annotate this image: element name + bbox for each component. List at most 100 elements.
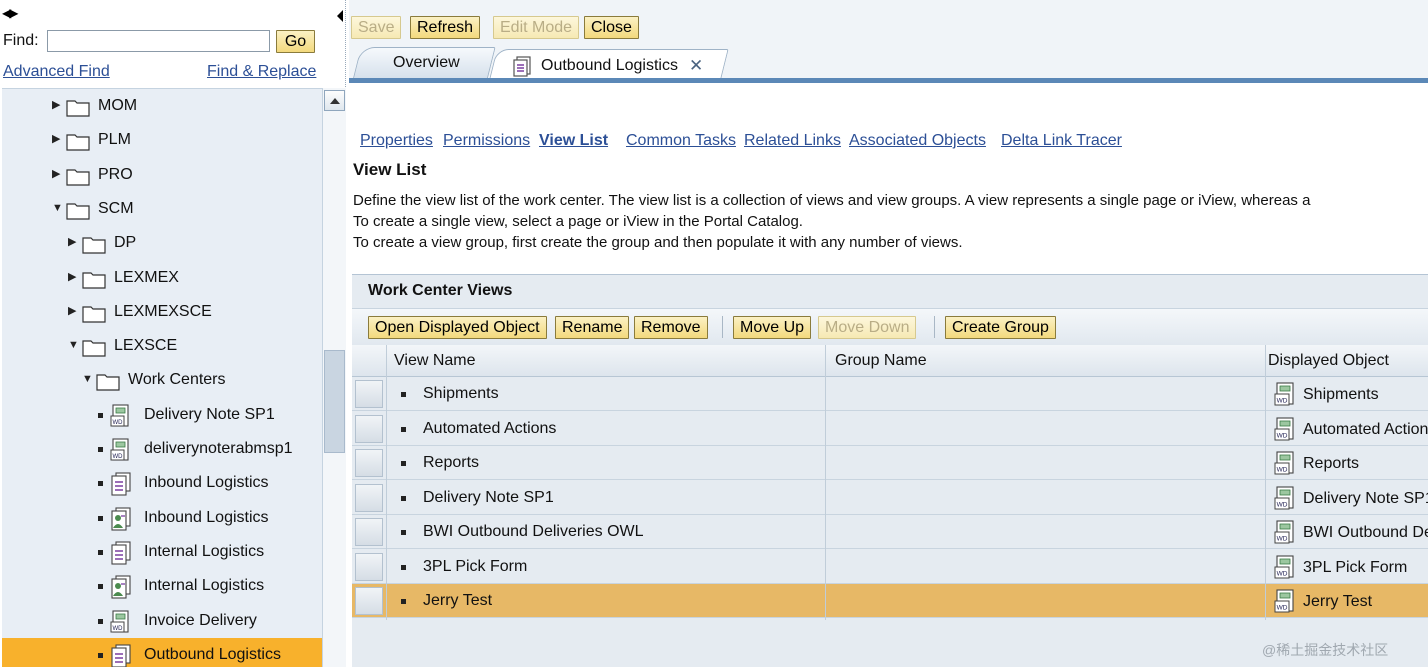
nav-properties[interactable]: Properties [360, 132, 433, 150]
tree-item-label[interactable]: SCM [98, 200, 134, 218]
nav-related-links[interactable]: Related Links [744, 132, 841, 150]
rename-button[interactable]: Rename [555, 316, 630, 339]
nav-common-tasks[interactable]: Common Tasks [626, 132, 736, 150]
table-row[interactable]: Shipments WD Shipments [352, 377, 1428, 411]
table-row[interactable]: Delivery Note SP1 WD Delivery Note SP1 [352, 480, 1428, 515]
row-selector[interactable] [355, 449, 383, 477]
row-selector[interactable] [355, 380, 383, 408]
table-row[interactable]: Reports WD Reports [352, 446, 1428, 480]
table-row[interactable]: Automated Actions WD Automated Actions [352, 411, 1428, 446]
find-input[interactable] [47, 30, 270, 52]
create-group-button[interactable]: Create Group [945, 316, 1056, 339]
view-name-cell[interactable]: Jerry Test [423, 592, 492, 610]
close-button[interactable]: Close [584, 16, 639, 39]
expand-triangle-icon[interactable]: ▶ [68, 271, 78, 283]
view-name-cell[interactable]: BWI Outbound Deliveries OWL [423, 523, 644, 541]
table-row[interactable]: Jerry Test WD Jerry Test [352, 584, 1428, 618]
tree-item[interactable]: WD Delivery Note SP1 [2, 398, 322, 432]
tree-item-label[interactable]: LEXMEXSCE [114, 303, 212, 321]
tree-item-label[interactable]: PLM [98, 131, 131, 149]
tree-item[interactable]: ▼ Work Centers [2, 363, 322, 397]
tree-item[interactable]: WD deliverynoterabmsp1 [2, 432, 322, 466]
nav-delta-link-tracer[interactable]: Delta Link Tracer [1001, 132, 1122, 150]
column-header-group-name[interactable]: Group Name [835, 352, 927, 370]
tree-item-label[interactable]: Inbound Logistics [144, 474, 269, 492]
tree-item[interactable]: ▶ LEXMEX [2, 261, 322, 295]
row-selector[interactable] [355, 587, 383, 615]
displayed-object-cell[interactable]: Jerry Test [1303, 593, 1372, 611]
tree-item-label[interactable]: LEXMEX [114, 269, 179, 287]
tree-item-label[interactable]: Internal Logistics [144, 543, 264, 561]
tab-overview-label[interactable]: Overview [393, 54, 460, 72]
nav-associated-objects[interactable]: Associated Objects [849, 132, 986, 150]
tree-item[interactable]: Outbound Logistics [2, 637, 322, 667]
tree-item-label[interactable]: deliverynoterabmsp1 [144, 440, 293, 458]
tree-item[interactable]: ▶ PRO [2, 158, 322, 192]
displayed-object-cell[interactable]: 3PL Pick Form [1303, 559, 1407, 577]
expand-triangle-icon[interactable]: ▶ [52, 168, 62, 180]
tree-item[interactable]: Internal Logistics [2, 535, 322, 569]
nav-permissions[interactable]: Permissions [443, 132, 530, 150]
tree-item-label[interactable]: PRO [98, 166, 133, 184]
close-tab-icon[interactable]: ✕ [689, 56, 703, 76]
save-button[interactable]: Save [351, 16, 402, 39]
tree-item[interactable]: Inbound Logistics [2, 501, 322, 535]
scroll-up-icon[interactable] [324, 90, 345, 111]
tree-item[interactable]: ▶ DP [2, 226, 322, 260]
tree-item[interactable]: ▶ LEXMEXSCE [2, 295, 322, 329]
move-down-button[interactable]: Move Down [818, 316, 917, 339]
row-selector[interactable] [355, 518, 383, 546]
displayed-object-cell[interactable]: Reports [1303, 455, 1359, 473]
column-header-view-name[interactable]: View Name [394, 352, 476, 370]
table-row[interactable]: 3PL Pick Form WD 3PL Pick Form [352, 549, 1428, 584]
collapse-triangle-icon[interactable]: ▼ [82, 373, 93, 385]
tree-item[interactable]: ▼ SCM [2, 192, 322, 226]
tree-item-label[interactable]: LEXSCE [114, 337, 177, 355]
collapse-expand-arrows-icon[interactable]: ◀▶ [2, 7, 19, 19]
tree-item[interactable]: WD Invoice Delivery [2, 604, 322, 638]
tree-item[interactable]: ▶ PLM [2, 123, 322, 157]
tree-item-label[interactable]: Delivery Note SP1 [144, 406, 275, 424]
expand-triangle-icon[interactable]: ▶ [68, 305, 78, 317]
displayed-object-cell[interactable]: Automated Actions [1303, 421, 1428, 439]
tree-item-label[interactable]: MOM [98, 97, 137, 115]
tree-item-label[interactable]: Internal Logistics [144, 577, 264, 595]
remove-button[interactable]: Remove [634, 316, 708, 339]
tree-item[interactable]: ▶ MOM [2, 89, 322, 123]
find-replace-link[interactable]: Find & Replace [207, 63, 316, 81]
view-name-cell[interactable]: 3PL Pick Form [423, 558, 527, 576]
nav-view-list[interactable]: View List [539, 132, 608, 150]
collapse-triangle-icon[interactable]: ▼ [68, 339, 79, 351]
row-selector[interactable] [355, 483, 383, 512]
expand-triangle-icon[interactable]: ▶ [52, 133, 62, 145]
collapse-triangle-icon[interactable]: ▼ [52, 202, 63, 214]
refresh-button[interactable]: Refresh [410, 16, 481, 39]
displayed-object-cell[interactable]: Shipments [1303, 386, 1379, 404]
table-row[interactable]: BWI Outbound Deliveries OWL WD BWI Outboun… [352, 515, 1428, 549]
displayed-object-cell[interactable]: BWI Outbound Deliveries OWL [1303, 524, 1428, 542]
tree-item[interactable]: ▼ LEXSCE [2, 329, 322, 363]
tree-scrollbar[interactable] [322, 88, 346, 667]
collapse-panel-icon[interactable] [337, 10, 343, 22]
expand-triangle-icon[interactable]: ▶ [68, 236, 78, 248]
row-selector[interactable] [355, 414, 383, 443]
tree-item-label[interactable]: Invoice Delivery [144, 612, 257, 630]
expand-triangle-icon[interactable]: ▶ [52, 99, 62, 111]
tree-item[interactable]: Inbound Logistics [2, 466, 322, 500]
row-selector[interactable] [355, 552, 383, 581]
tree-item-label[interactable]: Inbound Logistics [144, 509, 269, 527]
tree-item-label[interactable]: Outbound Logistics [144, 646, 281, 664]
edit-mode-button[interactable]: Edit Mode [493, 16, 580, 39]
tree-item-label[interactable]: Work Centers [128, 371, 226, 389]
view-name-cell[interactable]: Reports [423, 454, 479, 472]
view-name-cell[interactable]: Automated Actions [423, 420, 556, 438]
view-name-cell[interactable]: Delivery Note SP1 [423, 489, 554, 507]
displayed-object-cell[interactable]: Delivery Note SP1 [1303, 490, 1428, 508]
view-name-cell[interactable]: Shipments [423, 385, 499, 403]
move-up-button[interactable]: Move Up [733, 316, 812, 339]
tree-item-label[interactable]: DP [114, 234, 136, 252]
column-header-displayed-object[interactable]: Displayed Object [1268, 352, 1389, 370]
go-button[interactable]: Go [276, 30, 315, 53]
tab-outbound-logistics-label[interactable]: Outbound Logistics [541, 57, 678, 75]
tree-item[interactable]: Internal Logistics [2, 569, 322, 603]
